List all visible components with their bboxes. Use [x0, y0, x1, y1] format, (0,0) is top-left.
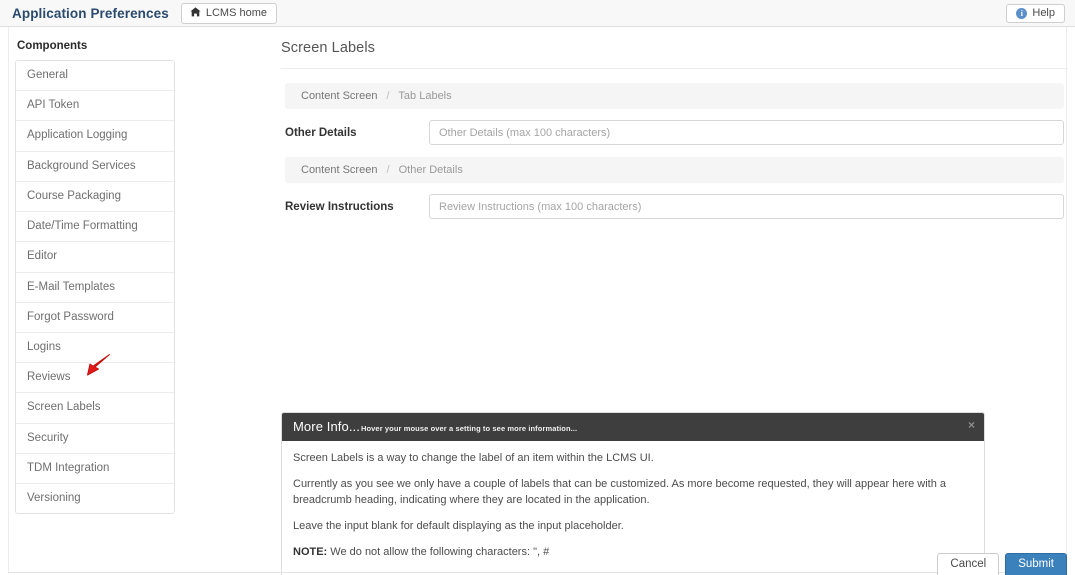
page-title-divider: [281, 68, 1068, 69]
sidebar-item-screen-labels[interactable]: Screen Labels: [16, 393, 174, 424]
more-info-subtitle: Hover your mouse over a setting to see m…: [360, 424, 578, 433]
breadcrumb-current: Tab Labels: [398, 90, 452, 102]
form-row-other-details: Other Details: [285, 120, 1064, 145]
help-button-label: Help: [1032, 7, 1055, 19]
more-info-paragraph-3: Leave the input blank for default displa…: [293, 519, 624, 532]
sidebar-heading: Components: [17, 40, 88, 52]
page-title: Screen Labels: [281, 40, 375, 56]
sidebar-item-date-time-formatting[interactable]: Date/Time Formatting: [16, 212, 174, 243]
more-info-panel: More Info... Hover your mouse over a set…: [281, 412, 985, 575]
breadcrumb-separator: /: [386, 164, 390, 176]
more-info-panel-header: More Info... Hover your mouse over a set…: [282, 413, 984, 441]
app-root: Application Preferences LCMS home i Help…: [0, 0, 1075, 575]
sidebar-item-reviews[interactable]: Reviews: [16, 363, 174, 394]
help-button[interactable]: i Help: [1006, 4, 1065, 23]
more-info-title: More Info...: [293, 419, 360, 434]
footer-actions: Cancel Submit: [937, 553, 1067, 575]
sidebar-item-email-templates[interactable]: E-Mail Templates: [16, 272, 174, 303]
sidebar-item-versioning[interactable]: Versioning: [16, 484, 174, 514]
form-row-review-instructions: Review Instructions: [285, 194, 1064, 219]
breadcrumb-current: Other Details: [398, 164, 463, 176]
sidebar-item-course-packaging[interactable]: Course Packaging: [16, 181, 174, 213]
home-icon: [190, 6, 201, 20]
breadcrumb-tab-labels: Content Screen / Tab Labels: [285, 83, 1064, 109]
breadcrumb-parent: Content Screen: [301, 164, 378, 176]
submit-button[interactable]: Submit: [1005, 553, 1067, 575]
info-circle-icon: i: [1016, 8, 1028, 19]
sidebar-item-logins[interactable]: Logins: [16, 332, 174, 364]
more-info-paragraph-2: Currently as you see we only have a coup…: [293, 477, 947, 506]
sidebar-item-forgot-password[interactable]: Forgot Password: [16, 302, 174, 333]
more-info-paragraph-1: Screen Labels is a way to change the lab…: [293, 452, 654, 464]
sidebar-item-application-logging[interactable]: Application Logging: [16, 121, 174, 152]
components-sidebar: Components General API Token Application…: [15, 40, 175, 515]
sidebar-item-background-services[interactable]: Background Services: [16, 151, 174, 182]
footer-divider: [8, 572, 1067, 573]
cancel-button[interactable]: Cancel: [937, 553, 1000, 575]
sidebar-item-general[interactable]: General: [16, 61, 174, 92]
more-info-note-text: We do not allow the following characters…: [327, 545, 550, 558]
components-list: General API Token Application Logging Ba…: [15, 60, 175, 515]
lcms-home-button-label: LCMS home: [205, 6, 267, 19]
sidebar-item-tdm-integration[interactable]: TDM Integration: [16, 453, 174, 485]
breadcrumb-parent: Content Screen: [301, 90, 378, 102]
main-content: Screen Labels Content Screen / Tab Label…: [281, 40, 1068, 231]
breadcrumb-other-details: Content Screen / Other Details: [285, 157, 1064, 183]
sidebar-item-editor[interactable]: Editor: [16, 242, 174, 273]
more-info-note: NOTE: We do not allow the following char…: [293, 545, 973, 561]
other-details-input[interactable]: [429, 120, 1064, 145]
review-instructions-input[interactable]: [429, 194, 1064, 219]
review-instructions-label: Review Instructions: [285, 200, 394, 213]
app-title: Application Preferences: [12, 5, 169, 21]
other-details-label: Other Details: [285, 126, 357, 139]
page-frame-left-border: [8, 27, 9, 573]
top-navbar: Application Preferences LCMS home i Help: [0, 0, 1075, 27]
screen-labels-form: Content Screen / Tab Labels Other Detail…: [281, 83, 1068, 219]
more-info-note-label: NOTE:: [293, 545, 328, 558]
sidebar-item-api-token[interactable]: API Token: [16, 91, 174, 122]
lcms-home-button[interactable]: LCMS home: [180, 2, 277, 24]
breadcrumb-separator: /: [386, 90, 390, 102]
more-info-panel-body: Screen Labels is a way to change the lab…: [282, 441, 984, 575]
close-icon[interactable]: ×: [968, 419, 975, 431]
sidebar-item-security[interactable]: Security: [16, 423, 174, 454]
